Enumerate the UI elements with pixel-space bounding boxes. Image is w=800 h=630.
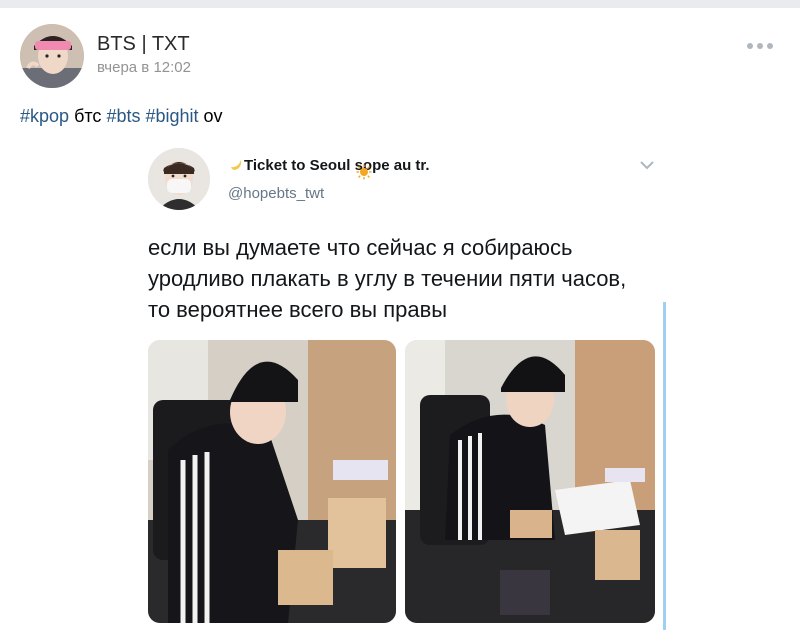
top-separator (0, 0, 800, 8)
post-word: ov (203, 106, 223, 126)
hashtag-bighit[interactable]: #bighit (145, 106, 198, 126)
more-dots-icon[interactable] (740, 36, 780, 56)
tweet-text-line: то вероятнее всего вы правы (148, 297, 448, 322)
post-author[interactable]: BTS | TXT (97, 33, 190, 56)
tweet-side-line (663, 302, 666, 630)
hashtag-bts[interactable]: #bts (106, 106, 140, 126)
tweet-name-text: Ticket to Seoul sope au tr. (244, 157, 430, 174)
author-avatar[interactable] (20, 24, 84, 88)
tweet-text-line: если вы думаете что сейчас я собираюсь (148, 235, 573, 260)
moon-emoji-icon (231, 160, 242, 170)
hashtag-kpop[interactable]: #kpop (20, 106, 69, 126)
post-card: BTS | TXT вчера в 12:02 #kpop бтс #bts #… (0, 8, 800, 630)
tweet-display-name: Ticket to Seoul sope au tr. (228, 156, 430, 174)
post-word: бтс (74, 106, 102, 126)
post-timestamp[interactable]: вчера в 12:02 (97, 59, 191, 76)
chevron-down-icon (640, 161, 654, 170)
post-text: #kpop бтс #bts #bighit ov (20, 106, 223, 127)
tweet-text-line: уродливо плакать в углу в течении пяти ч… (148, 266, 627, 291)
tweet-photo-2[interactable] (405, 340, 655, 623)
tweet-avatar (148, 148, 210, 210)
tweet-handle: @hopebts_twt (228, 185, 325, 202)
sun-emoji-icon (356, 164, 372, 180)
tweet-text: если вы думаете что сейчас я собираюсь у… (148, 232, 668, 325)
tweet-photo-1[interactable] (148, 340, 396, 623)
